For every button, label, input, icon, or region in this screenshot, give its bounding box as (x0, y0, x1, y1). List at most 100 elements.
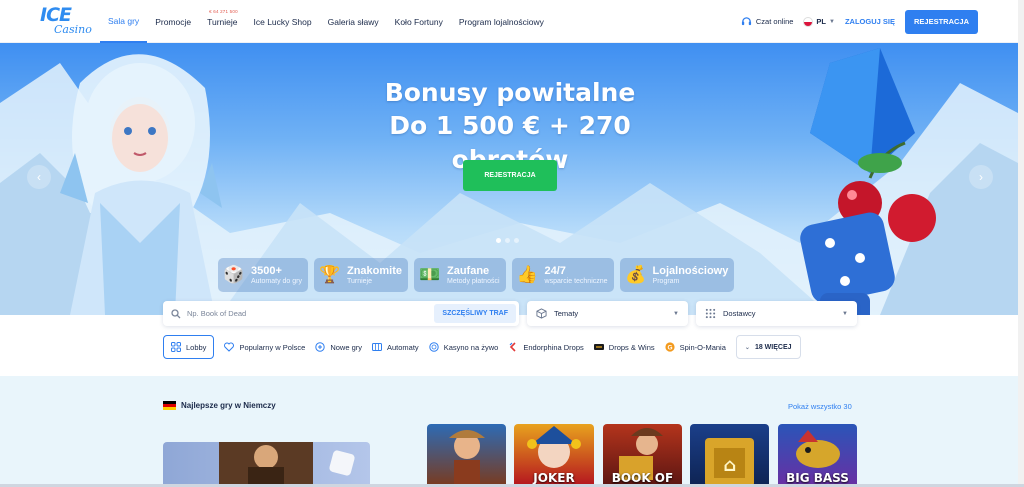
section-title-text: Najlepsze gry w Niemczy (181, 401, 276, 410)
money-icon: 💵 (419, 265, 441, 284)
tab-new-games[interactable]: Nowe gry (315, 335, 362, 359)
chevron-down-icon: ▼ (673, 310, 679, 317)
lucky-button[interactable]: SZCZĘŚLIWY TRAF (434, 304, 516, 323)
feature-item: 👍 24/7 wsparcie techniczne (511, 258, 614, 292)
search-input[interactable]: Np. Book of Dead (187, 309, 428, 318)
top-header: ICE Casino Sala gry Promocje € 64 271 50… (0, 0, 1024, 43)
hero-title-line1: Bonusy powitalne (384, 78, 636, 107)
nav-galeria[interactable]: Galeria sławy (320, 0, 387, 43)
tab-slots[interactable]: Automaty (372, 335, 419, 359)
germany-flag-icon (163, 401, 176, 410)
chevron-left-icon[interactable]: ‹ (27, 165, 51, 189)
chevron-down-icon: ▼ (829, 18, 835, 25)
headset-icon (741, 17, 751, 26)
carousel-dots (496, 238, 519, 243)
slot-icon (372, 343, 382, 351)
tab-spin-o-mania[interactable]: G Spin-O-Mania (665, 335, 726, 359)
tab-lobby[interactable]: Lobby (163, 335, 215, 359)
feature-title: Lojalnościowy (652, 264, 729, 277)
logo-casino-text: Casino (54, 23, 92, 36)
game-tile[interactable] (427, 424, 506, 487)
thumbs-up-icon: 👍 (516, 265, 539, 284)
game-art (449, 430, 485, 487)
game-tile[interactable]: JOKER (514, 424, 594, 487)
feature-title: 3500+ (251, 264, 282, 277)
svg-text:⌂: ⌂ (724, 455, 737, 476)
providers-select[interactable]: Dostawcy ▼ (696, 301, 857, 326)
feature-title: Zaufane (446, 264, 490, 277)
tab-label: Kasyno na żywo (443, 342, 499, 352)
nav-label: Galeria sławy (327, 16, 379, 27)
login-button[interactable]: ZALOGUJ SIĘ (845, 17, 895, 26)
nav-sala-gry[interactable]: Sala gry (100, 0, 148, 43)
feature-subtitle: Automaty do gry (251, 277, 302, 285)
endorphina-icon (509, 342, 516, 352)
show-all-link[interactable]: Pokaż wszystko 30 (788, 402, 852, 411)
featured-game-art (219, 424, 383, 487)
dice-icon: 🎲 (223, 265, 245, 284)
chip-icon (428, 342, 439, 352)
game-tile[interactable]: ⌂ (690, 424, 769, 487)
nav-label: Sala gry (108, 15, 140, 26)
carousel-dot[interactable] (514, 238, 519, 243)
game-art: ⌂ (705, 438, 754, 487)
tab-label: Drops & Wins (608, 342, 655, 352)
providers-label: Dostawcy (723, 309, 756, 318)
nav-kolo-fortuny[interactable]: Koło Fortuny (387, 0, 451, 43)
chevron-right-icon[interactable]: › (969, 165, 993, 189)
game-search[interactable]: Np. Book of Dead SZCZĘŚLIWY TRAF (163, 301, 519, 326)
main-nav: Sala gry Promocje € 64 271 500 Turnieje … (100, 0, 552, 43)
nav-label: Promocje (155, 16, 192, 27)
cube-icon (536, 308, 547, 319)
drops-icon (593, 344, 604, 350)
feature-title: 24/7 (544, 264, 566, 277)
trophy-icon: 🏆 (319, 265, 341, 284)
game-caption: BIG BASS (786, 471, 849, 485)
game-caption: JOKER (533, 471, 575, 485)
nav-turnieje[interactable]: € 64 271 500 Turnieje (199, 0, 245, 43)
game-caption: BOOK OF (611, 471, 674, 485)
feature-item: 🏆 Znakomite Turnieje (313, 258, 408, 292)
tab-live-casino[interactable]: Kasyno na żywo (428, 335, 499, 359)
register-button[interactable]: REJESTRACJA (904, 9, 978, 34)
nav-program[interactable]: Program lojalnościowy (451, 0, 552, 43)
featured-game-card[interactable] (163, 424, 383, 487)
spin-icon: G (665, 342, 675, 352)
scrollbar[interactable] (1018, 0, 1024, 487)
svg-text:G: G (667, 344, 672, 351)
heart-icon (224, 342, 235, 352)
nav-lucky-shop[interactable]: Ice Lucky Shop (246, 0, 320, 43)
feature-strip: 🎲 3500+ Automaty do gry 🏆 Znakomite Turnie… (218, 258, 735, 292)
tab-label: Lobby (186, 342, 207, 352)
carousel-dot[interactable] (496, 238, 501, 243)
carousel-dot[interactable] (505, 238, 510, 243)
feature-subtitle: Program (652, 277, 680, 285)
more-label: 18 WIĘCEJ (754, 343, 792, 351)
nav-label: Ice Lucky Shop (253, 16, 312, 27)
game-tile[interactable]: BIG BASS (778, 424, 857, 487)
hero-register-button[interactable]: REJESTRACJA (463, 160, 557, 191)
more-categories-button[interactable]: ⌄ 18 WIĘCEJ (735, 335, 801, 359)
chevron-down-icon: ▼ (842, 310, 848, 317)
themes-select[interactable]: Tematy ▼ (527, 301, 688, 326)
header-actions: Czat online PL ▼ ZALOGUJ SIĘ REJESTRACJA (741, 9, 978, 34)
feature-subtitle: Turnieje (346, 277, 372, 285)
tab-label: Popularny w Polsce (239, 342, 306, 352)
feature-title: Znakomite (346, 264, 402, 277)
logo[interactable]: ICE Casino (40, 6, 92, 38)
chat-online-button[interactable]: Czat online (741, 16, 793, 27)
tab-endorphina-drops[interactable]: Endorphina Drops (508, 335, 584, 359)
plus-circle-icon (315, 342, 326, 352)
tab-popular[interactable]: Popularny w Polsce (224, 335, 305, 359)
money-bag-icon: 💰 (624, 265, 647, 284)
nav-promocje[interactable]: Promocje (147, 0, 199, 43)
feature-item: 💵 Zaufane Metody płatności (413, 258, 506, 292)
language-select[interactable]: PL ▼ (803, 16, 835, 27)
poland-flag-icon (803, 16, 814, 27)
nav-label: Program lojalnościowy (458, 16, 544, 27)
tab-drops-wins[interactable]: Drops & Wins (593, 335, 655, 359)
tournament-prize-badge: € 64 271 500 (209, 9, 238, 14)
search-filters: Np. Book of Dead SZCZĘŚLIWY TRAF Tematy … (163, 301, 857, 326)
game-tile[interactable]: BOOK OF (603, 424, 682, 487)
nav-label: Turnieje (207, 16, 238, 27)
